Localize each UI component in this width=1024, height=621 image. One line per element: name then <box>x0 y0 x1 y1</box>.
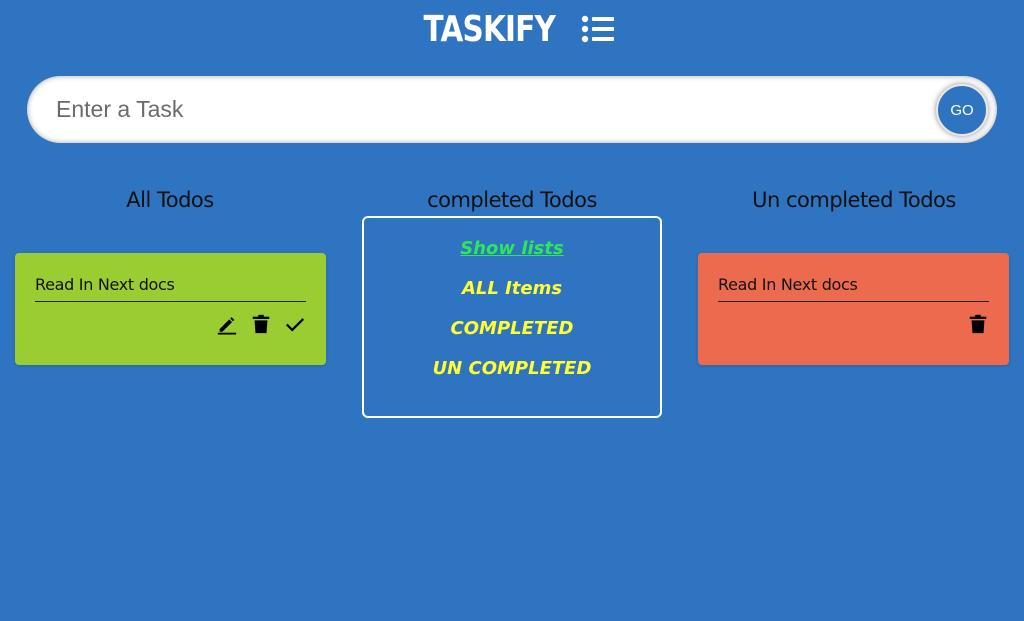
todo-actions <box>35 313 306 335</box>
menu-item-uncompleted[interactable]: UN COMPLETED <box>433 358 592 379</box>
go-button[interactable]: GO <box>936 84 988 136</box>
menu-item-all[interactable]: ALL Items <box>462 278 562 299</box>
trash-icon[interactable] <box>967 313 989 335</box>
todo-text: Read In Next docs <box>718 275 989 302</box>
todo-card: Read In Next docs <box>698 253 1009 365</box>
task-input-form: GO <box>27 76 997 143</box>
app-title: TASKIFY <box>423 8 555 50</box>
trash-icon[interactable] <box>250 313 272 335</box>
app-header: TASKIFY <box>0 8 1024 50</box>
todo-card: Read In Next docs <box>15 253 326 365</box>
all-todos-heading: All Todos <box>126 188 214 212</box>
check-icon[interactable] <box>284 313 306 335</box>
todo-text: Read In Next docs <box>35 275 306 302</box>
completed-todos-heading: completed Todos <box>427 188 597 212</box>
show-lists-toggle[interactable]: Show lists <box>460 238 563 259</box>
todo-actions <box>718 313 989 335</box>
uncompleted-todos-heading: Un completed Todos <box>752 188 956 212</box>
menu-item-completed[interactable]: COMPLETED <box>451 318 574 339</box>
show-lists-menu: Show lists ALL Items COMPLETED UN COMPLE… <box>362 216 662 418</box>
task-input[interactable] <box>56 89 896 130</box>
list-icon <box>582 15 615 43</box>
edit-icon[interactable] <box>216 313 238 335</box>
